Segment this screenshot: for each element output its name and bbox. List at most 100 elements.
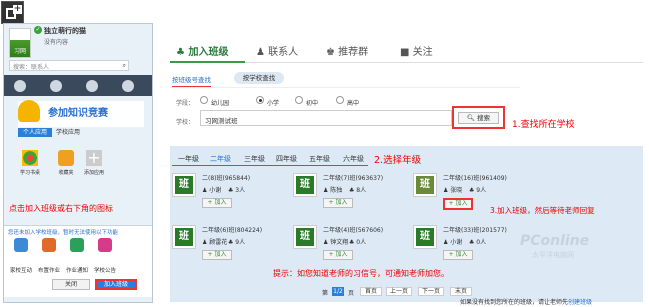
app-label: 学习书桌 (19, 170, 40, 176)
teacher-text: 小谢 (450, 239, 463, 246)
school-level-label: 学段： (176, 100, 195, 107)
radio-primary[interactable] (256, 96, 264, 104)
school-input[interactable]: 习网测试班 (200, 110, 452, 126)
class-name[interactable]: 二年级(33)班(201577) (443, 225, 507, 234)
lower-panel-title: 您还未加入学校班级，暂时无法使用以下功能 (8, 230, 119, 236)
nav-tab-message-icon[interactable] (122, 80, 134, 92)
radio-kindergarten[interactable] (200, 96, 208, 104)
pager-next[interactable]: 下一页 (418, 287, 444, 296)
radio-high[interactable] (336, 96, 344, 104)
trophy-icon (18, 100, 40, 122)
class-icon: 班 (172, 173, 196, 197)
class-icon: 班 (293, 173, 317, 197)
search-button[interactable]: 🔍︎ 搜索 (458, 112, 499, 124)
nav-tab-contacts-icon[interactable] (14, 80, 26, 92)
tab-label: 推荐群 (338, 47, 369, 58)
grade-tab-2[interactable]: 二年级 (210, 154, 231, 164)
contacts-icon: ♟ (256, 47, 269, 58)
class-name[interactable]: 二年级(7)班(963637) (323, 173, 383, 182)
create-class-link[interactable]: 创建班级 (568, 299, 592, 306)
tip-annotation: 提示：如您知道老师的习信号，可通知老师加您。 (273, 269, 449, 278)
add-app-icon[interactable]: + (86, 150, 102, 166)
teacher-name: ♟ 顾雷花 (202, 239, 228, 246)
hint-left: 点击加入班级或右下角的图标 (9, 204, 113, 213)
member-count: ♣ 0人 (469, 239, 487, 246)
tab-label: 联系人 (268, 47, 299, 58)
search-by-number-tab[interactable]: 按班级号查找 (172, 74, 211, 87)
notice-icon[interactable] (70, 238, 84, 252)
study-desk-icon[interactable] (22, 150, 38, 166)
pager-last[interactable]: 末页 (450, 287, 472, 296)
add-label: 加入 (214, 251, 227, 258)
class-icon: 班 (413, 225, 437, 249)
step1-annotation: 1.查找所在学校 (512, 120, 575, 130)
search-button-label: 搜索 (477, 114, 491, 122)
tab-contacts[interactable]: ♟ 联系人 (256, 47, 298, 59)
add-class-button[interactable]: + 加入 (202, 198, 232, 208)
grade-tab-5[interactable]: 五年级 (309, 154, 330, 164)
pager-prev[interactable]: 上一页 (386, 287, 412, 296)
people-icon: ♣ (176, 47, 189, 58)
tab-school-apps[interactable]: 学校应用 (56, 128, 80, 137)
watermark-logo: PConline (520, 233, 590, 249)
app-label: 添加应用 (83, 170, 104, 176)
pager-prefix: 第 (322, 290, 329, 297)
home-school-icon[interactable] (14, 238, 28, 252)
divider (170, 87, 520, 88)
class-name[interactable]: 二(8)班(965844) (202, 173, 250, 182)
grade-underline (172, 165, 368, 166)
count-text: 3人 (235, 187, 246, 194)
footer-text: 如果没有找到您所在的班级，请让老师先 (460, 299, 569, 306)
add-class-button[interactable]: + 加入 (323, 250, 353, 260)
pager-current: 1/2 (332, 287, 344, 296)
tab-recommended-groups[interactable]: ♚ 推荐群 (326, 47, 368, 59)
tab-follow[interactable]: ■ 关注 (400, 47, 433, 59)
homework-icon[interactable] (42, 238, 56, 252)
add-class-button[interactable]: + 加入 (443, 198, 473, 210)
grade-tab-6[interactable]: 六年级 (343, 154, 364, 164)
add-label: 加入 (335, 199, 348, 206)
class-icon-char: 班 (175, 228, 193, 246)
member-count: ♣ 0人 (349, 239, 367, 246)
watermark-text: 太平洋电脑网 (532, 251, 574, 259)
join-class-button[interactable]: 加入班级 (95, 279, 137, 290)
nav-tab-group-icon[interactable] (50, 80, 62, 92)
group-icon: ♚ (326, 47, 339, 58)
school-input-value: 习网测试班 (205, 117, 238, 125)
add-class-button[interactable]: + 加入 (202, 250, 232, 260)
active-tab-indicator (170, 61, 245, 63)
class-icon: 班 (172, 225, 196, 249)
search-button-highlight: 🔍︎ 搜索 (452, 106, 505, 129)
add-class-button[interactable]: + 加入 (443, 250, 473, 260)
nav-tabs (4, 75, 152, 96)
grade-tab-4[interactable]: 四年级 (276, 154, 297, 164)
search-icon[interactable]: ⌕ (123, 62, 126, 70)
class-name[interactable]: 二年级(16)班(961409) (443, 173, 507, 182)
count-text: 8人 (356, 187, 367, 194)
nav-tab-app-icon[interactable] (86, 80, 98, 92)
search-input[interactable]: 搜索：联系人 ⌕ (9, 60, 129, 71)
footer-note: 如果没有找到您所在的班级，请让老师先创建班级 (460, 297, 592, 306)
avatar[interactable]: 习网 (9, 28, 31, 58)
grade-tab-1[interactable]: 一年级 (178, 154, 199, 164)
tab-join-class[interactable]: ♣ 加入班级 (176, 47, 228, 59)
avatar-label: 习网 (13, 48, 26, 55)
add-class-button[interactable]: + 加入 (323, 198, 353, 208)
favorites-icon[interactable] (58, 150, 74, 166)
class-name[interactable]: 二年级(4)班(567606) (323, 225, 383, 234)
school-label: 学校： (176, 119, 195, 126)
teacher-text: 顾雷花 (209, 239, 228, 246)
radio-middle[interactable] (295, 96, 303, 104)
tab-label: 加入班级 (188, 47, 229, 58)
search-by-school-tab[interactable]: 按学校查找 (234, 72, 284, 84)
grade-tab-3[interactable]: 三年级 (244, 154, 265, 164)
radio-label: 初中 (306, 100, 319, 107)
class-avatar-icon: 班 (413, 173, 437, 197)
close-button[interactable]: 关闭 (52, 279, 90, 290)
lower-app-label: 学校公告 (93, 268, 116, 274)
tab-personal-apps[interactable]: 个人应用 (18, 128, 52, 137)
radio-label: 高中 (347, 100, 360, 107)
pager-first[interactable]: 首页 (360, 287, 382, 296)
announcement-icon[interactable] (98, 238, 112, 252)
class-name[interactable]: 二年级(6)班(804224) (202, 225, 262, 234)
